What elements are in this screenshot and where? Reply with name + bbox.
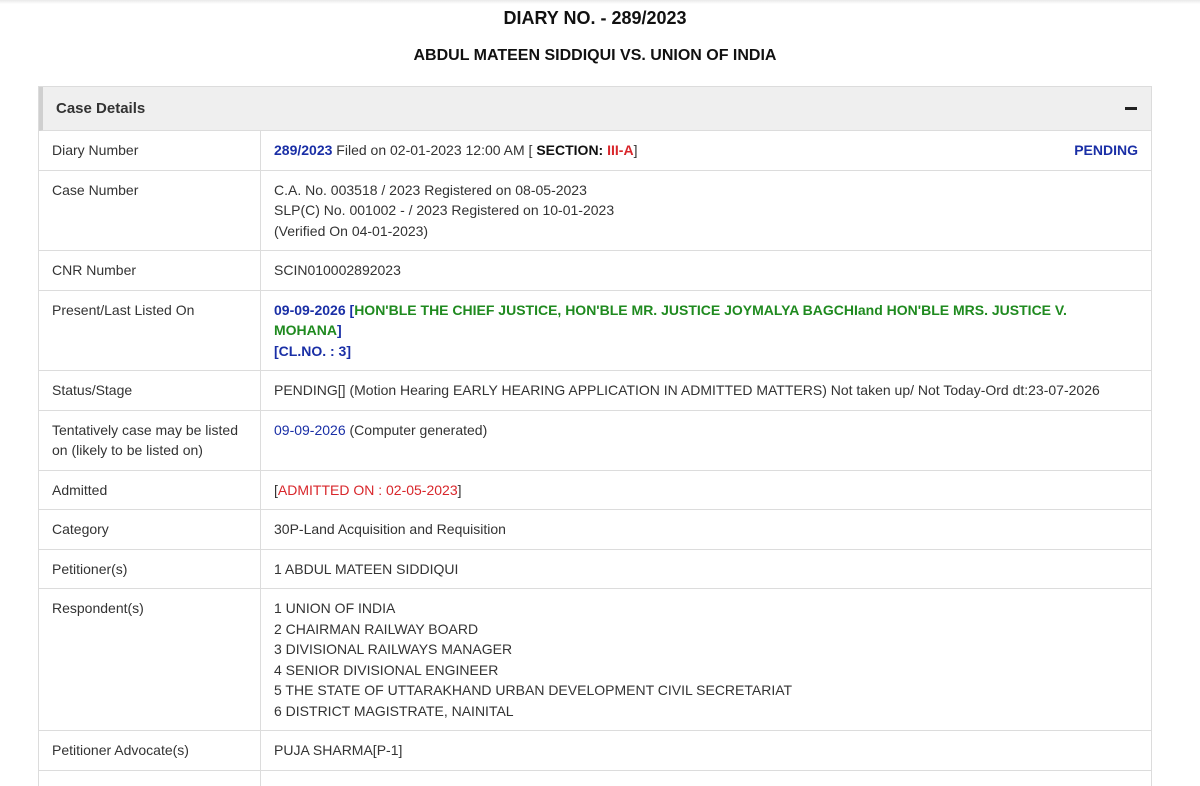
row-cut-off [39,770,1151,786]
case-number-value: C.A. No. 003518 / 2023 Registered on 08-… [260,170,1151,251]
case-number-line: (Verified On 04-01-2023) [274,222,429,239]
admitted-date: ADMITTED ON : 02-05-2023 [277,481,458,498]
tentative-date: 09-09-2026 [274,421,346,438]
bench-close-bracket: ] [337,322,342,338]
cnr-number-label: CNR Number [39,250,261,291]
category-label: Category [39,509,261,550]
row-status-stage: Status/Stage PENDING[] (Motion Hearing E… [39,370,1151,411]
row-cnr-number: CNR Number SCIN010002892023 [39,250,1151,291]
row-petitioner-advocate: Petitioner Advocate(s) PUJA SHARMA[P-1] [39,730,1151,771]
status-stage-label: Status/Stage [39,370,261,411]
cnr-number-value: SCIN010002892023 [260,250,1151,291]
diary-number-label: Diary Number [39,131,261,171]
diary-status-badge: PENDING [1074,142,1138,158]
admitted-close-bracket: ] [457,481,462,498]
respondents-label: Respondent(s) [39,588,261,731]
case-details-table: Diary Number PENDING 289/2023 Filed on 0… [39,131,1151,786]
respondent-item: 1 UNION OF INDIA [274,600,396,616]
cut-off-value [260,770,1151,786]
section-close-bracket: ] [633,142,638,158]
row-tentative-listing: Tentatively case may be listed on (likel… [39,410,1151,471]
respondents-value: 1 UNION OF INDIA 2 CHAIRMAN RAILWAY BOAR… [260,588,1151,731]
tentative-label: Tentatively case may be listed on (likel… [39,410,261,471]
bench-names: HON'BLE THE CHIEF JUSTICE, HON'BLE MR. J… [274,301,1067,339]
row-diary-number: Diary Number PENDING 289/2023 Filed on 0… [39,131,1151,171]
respondent-item: 6 DISTRICT MAGISTRATE, NAINITAL [274,702,514,719]
minus-icon[interactable] [1125,107,1137,110]
respondent-item: 2 CHAIRMAN RAILWAY BOARD [274,620,479,637]
row-case-number: Case Number C.A. No. 003518 / 2023 Regis… [39,170,1151,251]
admitted-label: Admitted [39,470,261,510]
admitted-value: [ADMITTED ON : 02-05-2023] [260,470,1151,510]
case-number-label: Case Number [39,170,261,251]
row-admitted: Admitted [ADMITTED ON : 02-05-2023] [39,470,1151,510]
respondent-item: 4 SENIOR DIVISIONAL ENGINEER [274,661,499,678]
tentative-note: (Computer generated) [345,421,488,438]
row-petitioners: Petitioner(s) 1 ABDUL MATEEN SIDDIQUI [39,549,1151,589]
case-number-line: SLP(C) No. 001002 - / 2023 Registered on… [274,202,615,218]
section-value: III-A [607,142,634,158]
case-details-panel: Case Details Diary Number PENDING 289/20… [38,86,1152,786]
row-respondents: Respondent(s) 1 UNION OF INDIA 2 CHAIRMA… [39,588,1151,731]
case-title: ABDUL MATEEN SIDDIQUI VS. UNION OF INDIA [413,47,777,64]
petitioners-label: Petitioner(s) [39,549,261,589]
respondent-item: 5 THE STATE OF UTTARAKHAND URBAN DEVELOP… [274,682,793,698]
present-listed-value: 09-09-2026 [HON'BLE THE CHIEF JUSTICE, H… [260,290,1151,371]
tentative-value: 09-09-2026 (Computer generated) [260,410,1151,471]
petitioners-value: 1 ABDUL MATEEN SIDDIQUI [260,549,1151,589]
cause-list-number: [CL.NO. : 3] [274,342,351,359]
diary-title: DIARY NO. - 289/2023 [503,8,687,28]
present-listed-label: Present/Last Listed On [39,290,261,371]
section-label: SECTION: [536,142,608,158]
row-category: Category 30P-Land Acquisition and Requis… [39,509,1151,550]
case-number-line: C.A. No. 003518 / 2023 Registered on 08-… [274,181,587,198]
petitioner-advocate-value: PUJA SHARMA[P-1] [260,730,1151,771]
top-shadow [0,0,1200,4]
case-details-title: Case Details [56,100,146,117]
cut-off-label [39,770,261,786]
listed-date: 09-09-2026 [274,301,346,318]
diary-number: 289/2023 [274,142,333,158]
respondent-item: 3 DIVISIONAL RAILWAYS MANAGER [274,641,513,657]
diary-number-value: PENDING 289/2023 Filed on 02-01-2023 12:… [260,131,1151,171]
filed-text: Filed on 02-01-2023 12:00 AM [ [332,142,537,158]
row-present-listed: Present/Last Listed On 09-09-2026 [HON'B… [39,290,1151,371]
status-stage-value: PENDING[] (Motion Hearing EARLY HEARING … [260,370,1151,411]
case-details-header[interactable]: Case Details [39,87,1151,131]
category-value: 30P-Land Acquisition and Requisition [260,509,1151,550]
bench-open-bracket: [ [345,301,355,318]
petitioner-advocate-label: Petitioner Advocate(s) [39,730,261,771]
